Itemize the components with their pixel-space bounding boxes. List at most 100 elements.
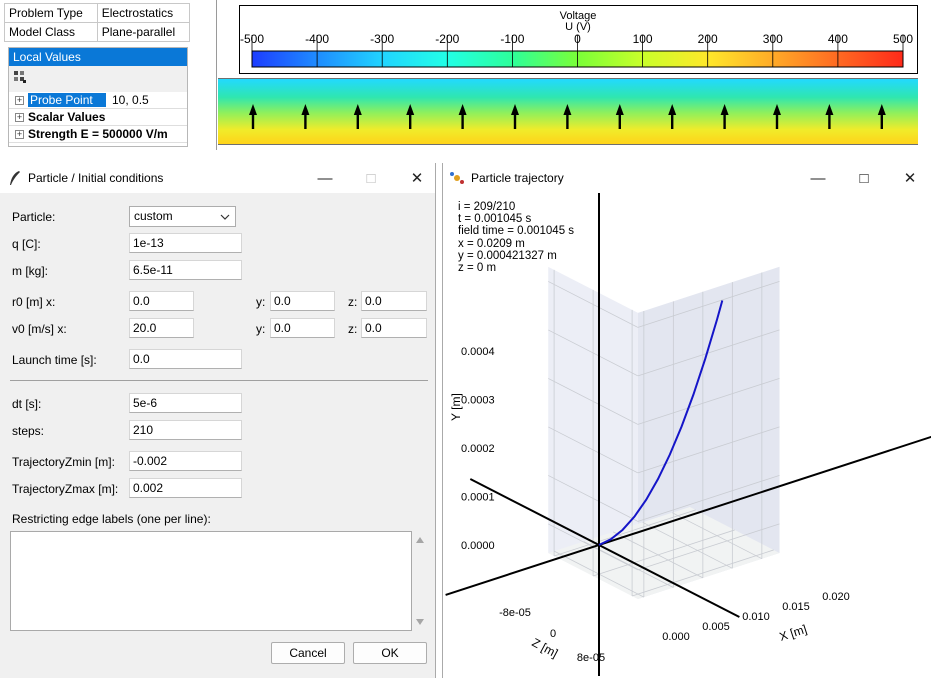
steps-input[interactable]: 210 (129, 420, 242, 440)
field-arrow-icon (458, 104, 467, 129)
field-arrow-icon (563, 104, 572, 129)
zmax-input[interactable]: 0.002 (129, 478, 242, 498)
trajectory-window: Particle trajectory — □ ✕ 0.0000 0.0001 0.… (442, 163, 931, 678)
steps-label: steps: (12, 424, 45, 438)
field-arrow-icon (406, 104, 415, 129)
z-tick-label: 8e-05 (577, 652, 605, 664)
ok-button[interactable]: OK (353, 642, 427, 664)
tree-row-probe-point[interactable]: + Probe Point 10, 0.5 (9, 92, 187, 109)
minimize-button[interactable]: — (302, 163, 348, 193)
grid-icon[interactable] (13, 70, 27, 84)
r0-y-input[interactable]: 0.0 (270, 291, 335, 311)
tree-row-scalar-values[interactable]: + Scalar Values (9, 109, 187, 126)
y-tick-label: 0.0000 (461, 540, 495, 552)
launch-time-input[interactable]: 0.0 (129, 349, 242, 369)
colorbar-tick-label: -400 (305, 32, 329, 46)
info-line: t = 0.001045 s (458, 213, 532, 226)
expand-icon[interactable]: + (15, 112, 24, 122)
zmin-label: TrajectoryZmin [m]: (12, 455, 115, 469)
particle-select-value: custom (134, 209, 173, 223)
info-line: field time = 0.001045 s (458, 225, 575, 238)
v0-z-input[interactable]: 0.0 (361, 318, 427, 338)
info-line: i = 209/210 (458, 201, 516, 213)
property-key: Model Class (4, 22, 98, 42)
field-arrow-icon (825, 104, 834, 129)
cancel-button[interactable]: Cancel (271, 642, 345, 664)
v0-x-input[interactable]: 20.0 (129, 318, 194, 338)
edge-labels-label: Restricting edge labels (one per line): (12, 512, 211, 526)
field-arrow-icon (249, 104, 257, 129)
scroll-arrows-icon (416, 537, 424, 625)
q-input[interactable]: 1e-13 (129, 233, 242, 253)
x-tick-label: 0.020 (822, 591, 850, 603)
x-tick-label: 0.000 (662, 631, 690, 643)
property-row[interactable]: Problem Type Electrostatics (4, 3, 191, 23)
m-input[interactable]: 6.5e-11 (129, 260, 242, 280)
z-tick-label: -8e-05 (499, 607, 531, 619)
trajectory-titlebar[interactable]: Particle trajectory — □ ✕ (443, 163, 931, 193)
particle-select[interactable]: custom (129, 206, 236, 227)
field-strip (218, 78, 918, 145)
colorbar-svg: Voltage U (V) -500 -400 -300 -200 -100 0 100 20… (240, 10, 913, 68)
q-label: q [C]: (12, 237, 41, 251)
colorbar-tick-label: 100 (633, 32, 653, 46)
dialog-titlebar[interactable]: Particle / Initial conditions — □ ✕ (0, 163, 435, 193)
maximize-button[interactable]: □ (841, 163, 887, 193)
field-arrow-icon (668, 104, 677, 129)
v0-z-label: z: (348, 322, 358, 336)
dt-input[interactable]: 5e-6 (129, 393, 242, 413)
expand-icon[interactable]: + (15, 95, 24, 105)
field-arrow-icon (615, 104, 624, 129)
quill-icon (10, 171, 20, 185)
colorbar-tick-label: 300 (763, 32, 783, 46)
tree-label: Scalar Values (28, 110, 106, 124)
close-button[interactable]: ✕ (394, 163, 440, 193)
colorbar-tick-label: -100 (500, 32, 524, 46)
local-values-title: Local Values (9, 48, 187, 66)
tree-row-strength[interactable]: + Strength E = 500000 V/m (9, 126, 187, 143)
trajectory-title: Particle trajectory (471, 171, 564, 185)
field-arrow-icon (511, 104, 519, 129)
field-arrow-icon (353, 104, 362, 129)
colorbar-tick-label: 500 (893, 32, 913, 46)
property-row[interactable]: Model Class Plane-parallel (4, 22, 191, 42)
properties-table: Problem Type Electrostatics Model Class … (4, 3, 191, 42)
r0-label: r0 [m] x: (12, 295, 56, 309)
trajectory-info: i = 209/210 t = 0.001045 s field time = … (458, 201, 574, 274)
edge-labels-textarea[interactable] (10, 531, 412, 631)
textarea-scrollbar[interactable] (412, 531, 428, 631)
property-key: Problem Type (4, 3, 98, 23)
expand-icon[interactable]: + (15, 129, 24, 139)
chevron-down-icon (220, 214, 230, 220)
colorbar-tick-label: 400 (828, 32, 848, 46)
colorbar-tick-label: -300 (370, 32, 394, 46)
tree-value: 10, 0.5 (112, 93, 149, 107)
zmax-label: TrajectoryZmax [m]: (12, 482, 119, 496)
r0-z-input[interactable]: 0.0 (361, 291, 427, 311)
minimize-button[interactable]: — (795, 163, 841, 193)
y-tick-label: 0.0002 (461, 443, 495, 455)
y-tick-label: 0.0001 (461, 492, 495, 504)
field-arrow-icon (773, 104, 781, 129)
y-tick-label: 0.0004 (461, 346, 495, 358)
r0-z-label: z: (348, 295, 358, 309)
maximize-button[interactable]: □ (348, 163, 394, 193)
field-arrow-icon (877, 104, 886, 129)
dt-label: dt [s]: (12, 397, 42, 411)
colorbar-tick-label: -500 (240, 32, 264, 46)
r0-y-label: y: (256, 295, 266, 309)
tree-label: Probe Point (28, 93, 106, 107)
local-values-toolbar (9, 66, 187, 92)
x-axis-label: X [m] (778, 622, 809, 644)
close-button[interactable]: ✕ (887, 163, 931, 193)
z-tick-label: 0 (550, 628, 556, 640)
separator (10, 380, 428, 381)
zmin-input[interactable]: -0.002 (129, 451, 242, 471)
info-line: z = 0 m (458, 262, 497, 275)
v0-y-input[interactable]: 0.0 (270, 318, 335, 338)
launch-time-label: Launch time [s]: (12, 353, 97, 367)
colorbar-tick-label: 200 (698, 32, 718, 46)
r0-x-input[interactable]: 0.0 (129, 291, 194, 311)
local-values-panel: Local Values + Probe Point 10, 0.5 + Sca… (8, 47, 188, 147)
v0-label: v0 [m/s] x: (12, 322, 67, 336)
